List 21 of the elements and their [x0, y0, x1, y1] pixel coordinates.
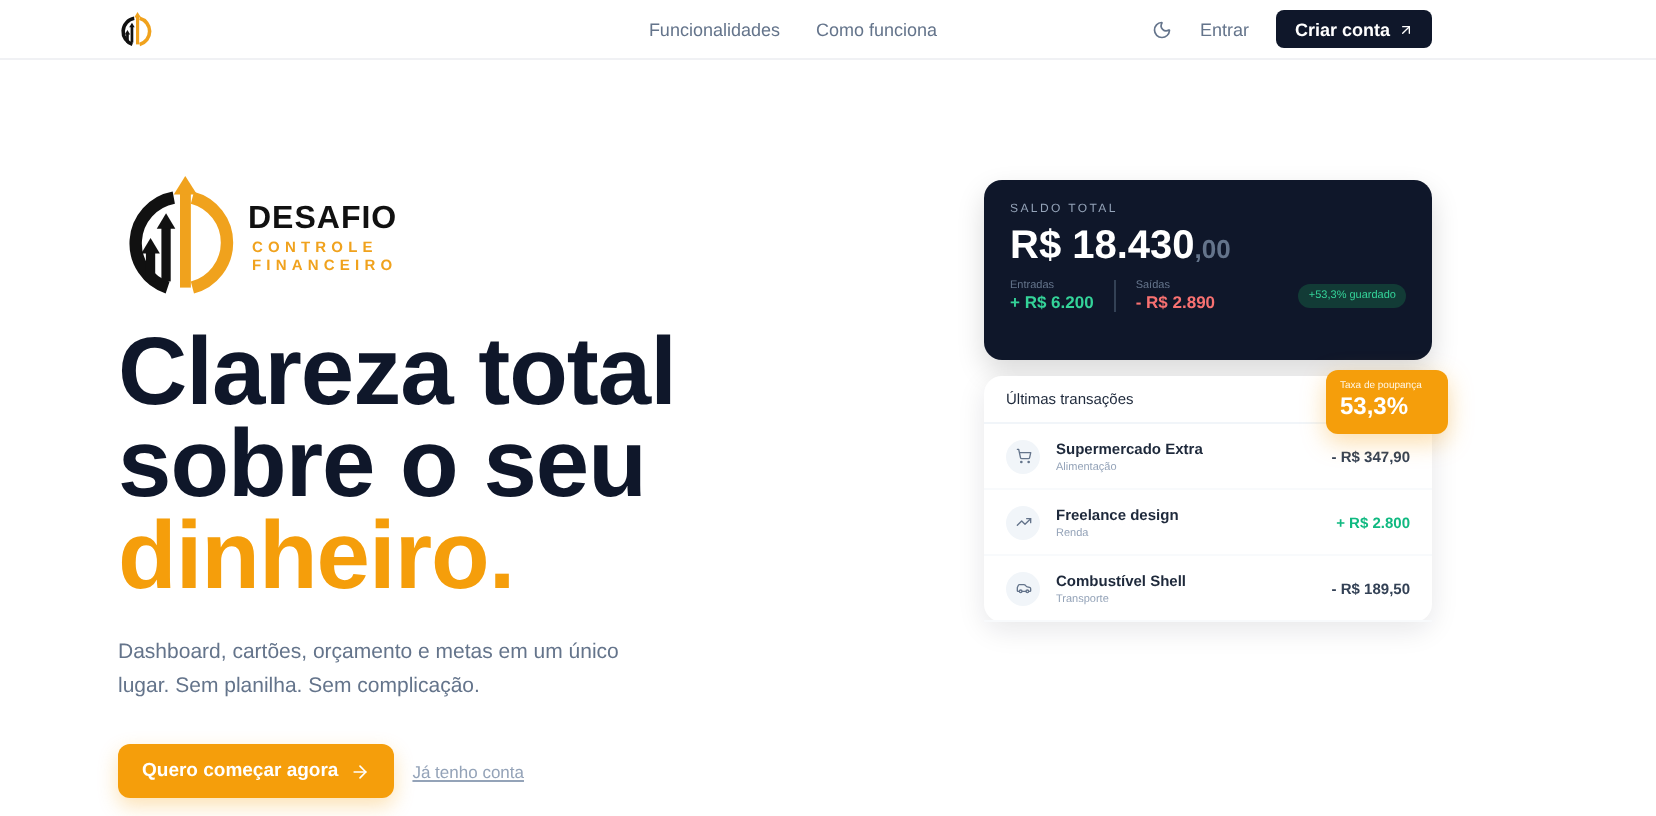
headline: Clareza total [118, 328, 676, 420]
income-value: + R$ 6.200 [1010, 292, 1094, 312]
savings-rate-value: 53,3% [1340, 392, 1411, 420]
cart-icon [1006, 439, 1040, 473]
logo-icon [118, 11, 154, 47]
create-account-button[interactable]: Criar conta [1276, 10, 1432, 48]
hero-description: Dashboard, cartões, orçamento e metas em um único lugar. Sem planilha. Sem complicação. [118, 638, 621, 702]
brand-title: DESAFIO [248, 202, 398, 238]
headline: sobre o seu [118, 420, 646, 512]
headline-accent: dinheiro. [118, 512, 515, 604]
expense-value: - R$ 2.890 [1135, 292, 1216, 312]
arrow-icon [350, 761, 371, 781]
login-link[interactable]: Já tenho conta [412, 761, 524, 781]
arrow-icon [1398, 21, 1414, 37]
login-link[interactable]: Entrar [1199, 19, 1249, 39]
nav-link[interactable]: Funcionalidades [648, 19, 780, 39]
balance-amount: R$ 18.430,00 [1010, 224, 1233, 270]
trend-up-icon [1006, 505, 1040, 539]
car-icon [1006, 571, 1040, 605]
nav-link[interactable]: Como funciona [815, 19, 938, 39]
theme-toggle-icon[interactable] [1151, 19, 1172, 39]
